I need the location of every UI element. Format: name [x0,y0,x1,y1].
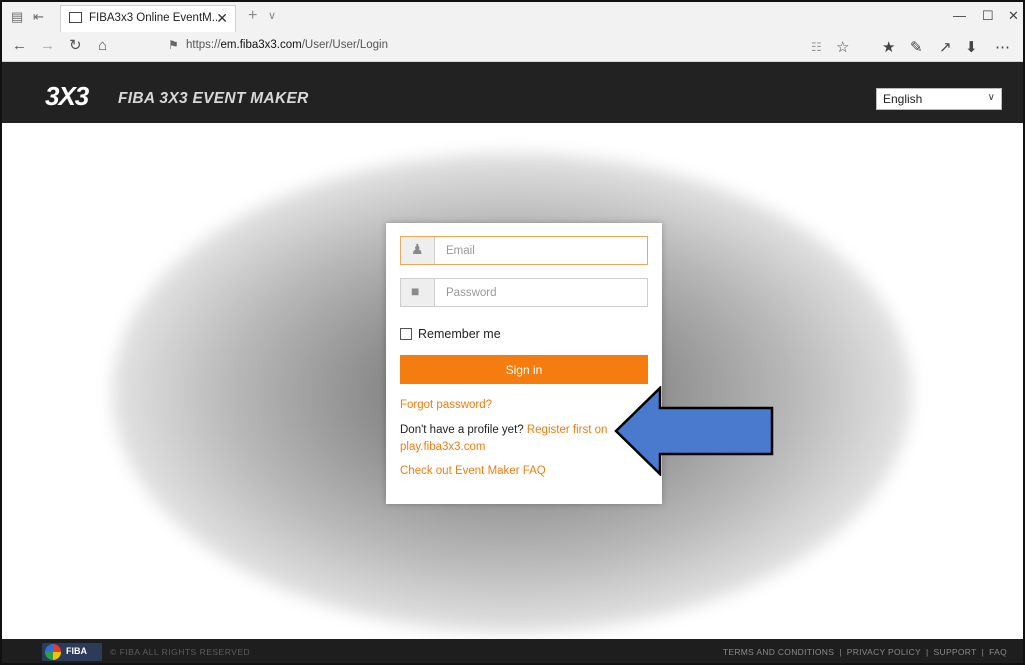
faq-link[interactable]: Check out Event Maker FAQ [400,465,546,477]
language-selected: English [883,92,923,106]
user-icon: ♟ [411,241,424,257]
copyright-text: © FIBA ALL RIGHTS RESERVED [110,647,251,657]
remember-me-checkbox[interactable] [400,328,412,340]
password-input[interactable] [436,279,647,306]
footer-faq-link[interactable]: FAQ [989,647,1007,657]
language-select[interactable]: English ∨ [876,88,1002,110]
remember-me-label[interactable]: Remember me [418,327,501,341]
url-text[interactable]: https://em.fiba3x3.com/User/User/Login [186,39,388,51]
favorites-hub-icon[interactable]: ★ [882,38,895,56]
register-prompt: Don't have a profile yet? Register first… [400,422,650,456]
site-header: 3X3 FIBA 3X3 EVENT MAKER English ∨ [2,62,1023,123]
favorite-star-icon[interactable]: ☆ [836,38,849,56]
maximize-icon[interactable]: ☐ [982,8,994,24]
refresh-icon[interactable]: ↻ [69,38,82,54]
email-addon: ♟ [401,237,435,264]
email-input[interactable] [436,237,647,264]
footer-links: TERMS AND CONDITIONS | PRIVACY POLICY | SUPP… [722,647,1007,657]
back-icon[interactable]: ← [12,38,27,54]
browser-window: ▤ ⇤ FIBA3x3 Online EventM... ✕ + ∨ — ☐ ✕… [0,0,1025,665]
more-options-icon[interactable]: ⋯ [995,38,1010,56]
address-bar[interactable]: ⚑ https://em.fiba3x3.com/User/User/Login [158,35,838,57]
web-note-icon[interactable]: ✎ [910,38,923,56]
site-title: FIBA 3X3 EVENT MAKER [118,90,309,107]
lock-icon: ■ [411,283,420,299]
password-addon: ■ [401,279,435,306]
close-window-icon[interactable]: ✕ [1008,8,1019,24]
fiba-logo[interactable]: FIBA [42,643,102,661]
forgot-password-link[interactable]: Forgot password? [400,399,492,411]
tab-preview-icon[interactable]: ▤ [11,9,23,25]
home-icon[interactable]: ⌂ [98,38,107,54]
tab-close-icon[interactable]: ✕ [216,10,228,27]
fiba-ball-icon [45,644,61,660]
email-field: ♟ [400,236,648,265]
chevron-down-icon: ∨ [987,92,995,103]
share-icon[interactable]: ↗ [939,38,952,56]
browser-titlebar: ▤ ⇤ FIBA3x3 Online EventM... ✕ + ∨ — ☐ ✕ [2,2,1023,32]
set-aside-tabs-icon[interactable]: ⇤ [33,9,44,25]
tab-list-icon[interactable]: ∨ [268,9,276,22]
forward-icon[interactable]: → [40,38,55,54]
password-field: ■ [400,278,648,307]
minimize-icon[interactable]: — [953,8,966,23]
fiba-3x3-logo[interactable]: 3X3 [45,81,89,112]
sign-in-button[interactable]: Sign in [400,355,648,384]
tab-title: FIBA3x3 Online EventM... [89,12,222,24]
secure-lock-icon: ⚑ [168,38,179,52]
site-footer: FIBA © FIBA ALL RIGHTS RESERVED TERMS AN… [2,639,1023,663]
extension-icon[interactable]: ⬇ [965,38,978,56]
support-link[interactable]: SUPPORT [934,647,977,657]
page-favicon-icon [69,12,82,23]
terms-link[interactable]: TERMS AND CONDITIONS [723,647,834,657]
register-text: Don't have a profile yet? [400,424,527,436]
new-tab-icon[interactable]: + [248,7,257,25]
reading-view-icon[interactable]: ☷ [811,40,822,54]
annotation-arrow-icon [614,386,774,476]
privacy-link[interactable]: PRIVACY POLICY [847,647,921,657]
browser-navbar: ← → ↻ ⌂ ⚑ https://em.fiba3x3.com/User/Us… [2,32,1023,62]
browser-tab[interactable]: FIBA3x3 Online EventM... ✕ [60,5,236,32]
